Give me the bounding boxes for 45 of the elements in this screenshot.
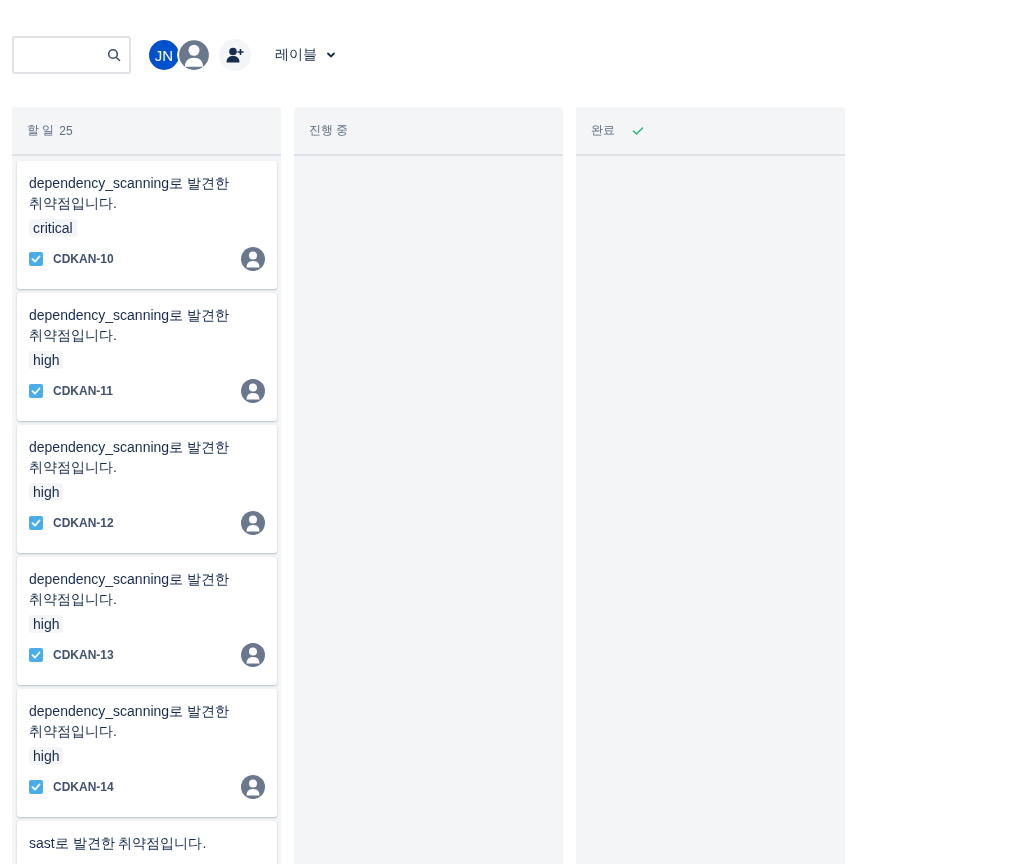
task-icon <box>29 780 43 794</box>
issue-card[interactable]: dependency_scanning로 발견한 취약점입니다. critical CDKAN-10 <box>17 161 277 289</box>
column-title: 완료 <box>591 122 615 139</box>
issue-title: dependency_scanning로 발견한 취약점입니다. <box>29 438 230 477</box>
task-icon <box>29 648 43 662</box>
label-tag: high <box>29 747 64 765</box>
add-person-button[interactable] <box>219 39 251 71</box>
search-icon <box>107 48 121 62</box>
label-tag: high <box>29 351 64 369</box>
issue-key[interactable]: CDKAN-11 <box>53 384 113 398</box>
check-icon <box>632 125 644 136</box>
assignee-avatar-icon <box>241 643 265 667</box>
label-tag: high <box>29 615 64 633</box>
issue-card[interactable]: dependency_scanning로 발견한 취약점입니다. high CDKAN-13 <box>17 557 277 685</box>
issue-card[interactable]: sast로 발견한 취약점입니다. <box>17 821 277 864</box>
label-dropdown[interactable]: 레이블 <box>275 46 336 64</box>
issue-title: dependency_scanning로 발견한 취약점입니다. <box>29 306 230 345</box>
issue-card[interactable]: dependency_scanning로 발견한 취약점입니다. high CDKAN-11 <box>17 293 277 421</box>
issue-title: dependency_scanning로 발견한 취약점입니다. <box>29 174 230 213</box>
column-title: 할 일 <box>27 122 55 139</box>
label-tag: high <box>29 483 64 501</box>
assignee-avatar-icon <box>241 379 265 403</box>
add-person-icon <box>226 47 244 63</box>
issue-card[interactable]: dependency_scanning로 발견한 취약점입니다. high CDKAN-14 <box>17 689 277 817</box>
issue-card[interactable]: dependency_scanning로 발견한 취약점입니다. high CDKAN-12 <box>17 425 277 553</box>
label-tag: critical <box>29 219 77 237</box>
issue-count: 25 <box>59 123 73 138</box>
issue-key[interactable]: CDKAN-12 <box>53 516 114 530</box>
issue-title: dependency_scanning로 발견한 취약점입니다. <box>29 570 230 609</box>
assignee-avatar-icon <box>241 511 265 535</box>
task-icon <box>29 516 43 530</box>
issue-key[interactable]: CDKAN-14 <box>53 780 114 794</box>
caret-icon <box>326 50 336 60</box>
user-avatar[interactable]: JN <box>147 38 181 72</box>
issue-title: sast로 발견한 취약점입니다. <box>29 834 208 853</box>
issue-key[interactable]: CDKAN-10 <box>53 252 114 266</box>
issue-title: dependency_scanning로 발견한 취약점입니다. <box>29 702 230 741</box>
user-avatar-icon[interactable] <box>177 38 211 72</box>
task-icon <box>29 384 43 398</box>
assignee-avatar-icon <box>241 775 265 799</box>
task-icon <box>29 252 43 266</box>
assignee-avatar-icon <box>241 247 265 271</box>
issue-key[interactable]: CDKAN-13 <box>53 648 114 662</box>
column-title: 진행 중 <box>309 122 349 139</box>
search-field[interactable] <box>12 36 131 74</box>
